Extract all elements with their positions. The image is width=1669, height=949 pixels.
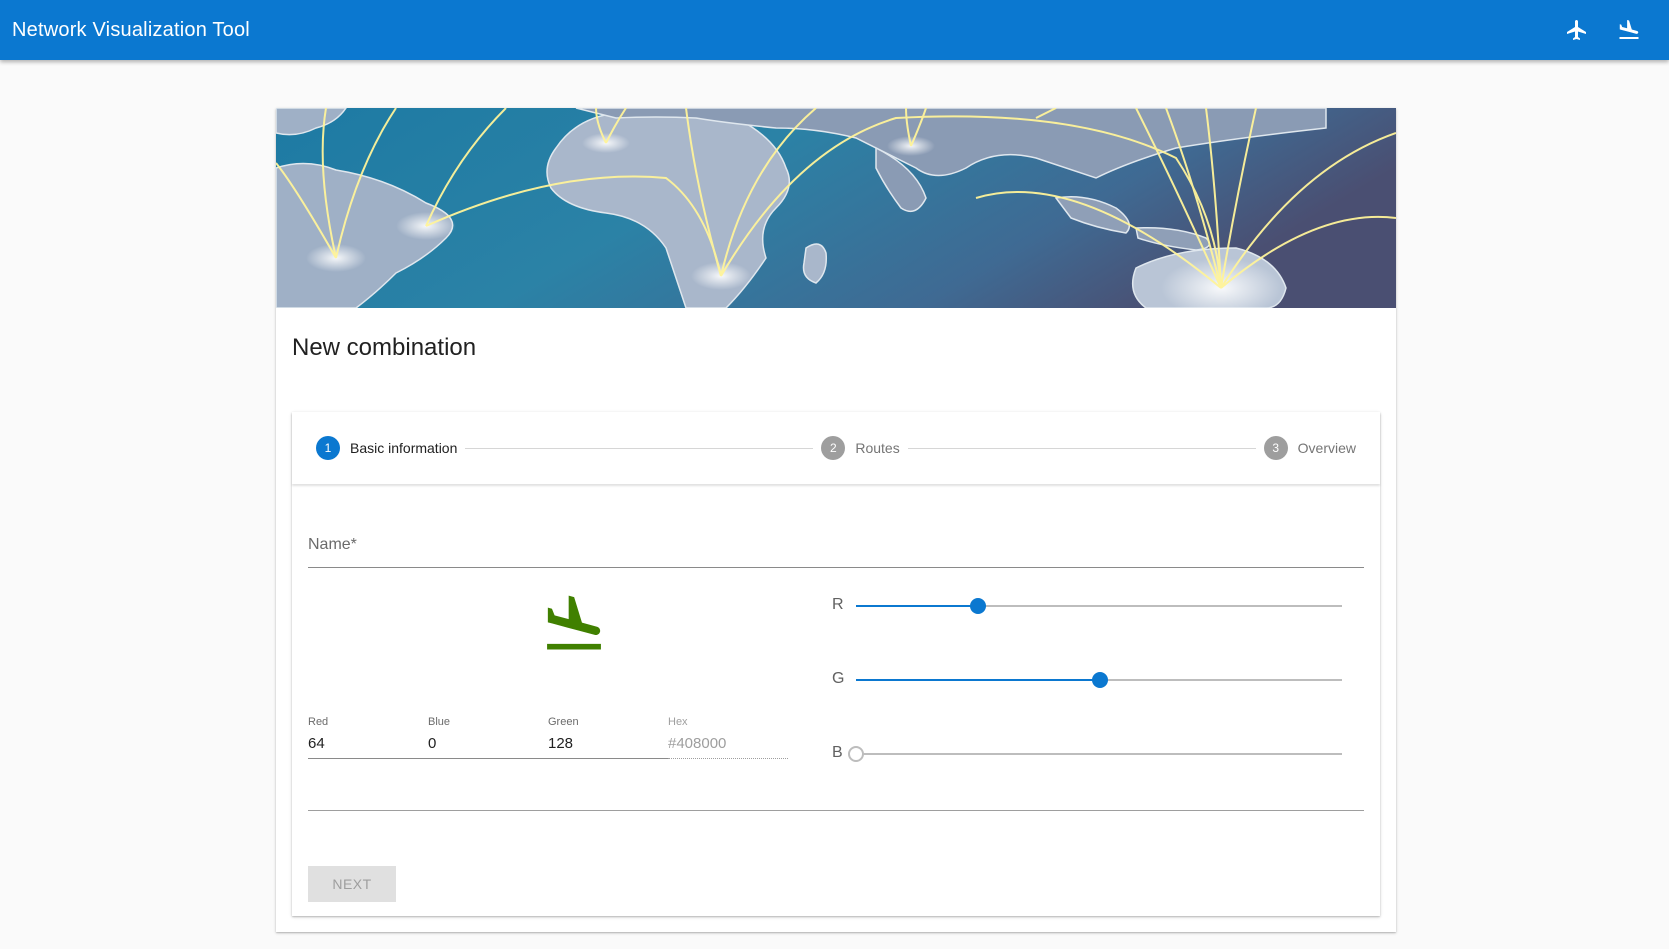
blue-label: Blue	[428, 716, 451, 728]
app-actions	[1561, 14, 1657, 46]
g-slider-row: G	[832, 668, 1342, 692]
g-slider-label: G	[832, 670, 845, 687]
step-overview[interactable]: 3 Overview	[1263, 436, 1357, 460]
flight-land-icon[interactable]	[1613, 14, 1645, 46]
rgb-underline	[308, 758, 668, 759]
next-button[interactable]: NEXT	[308, 866, 396, 902]
r-slider-label: R	[832, 596, 844, 613]
hex-label: Hex	[668, 716, 688, 728]
b-slider-track[interactable]	[848, 746, 1342, 762]
step-connector	[907, 447, 1256, 449]
b-slider-thumb[interactable]	[848, 746, 864, 762]
step-connector	[465, 447, 814, 449]
step-basic-information[interactable]: 1 Basic information	[316, 436, 457, 460]
green-value: 128	[548, 735, 574, 752]
step-label: Routes	[855, 440, 900, 456]
card-title: New combination	[292, 334, 477, 361]
g-slider-thumb[interactable]	[1091, 672, 1108, 688]
stepper: 1 Basic information 2 Routes 3 Overview …	[292, 412, 1380, 916]
r-slider-fill	[856, 605, 978, 607]
hex-underline	[668, 758, 788, 759]
blue-field[interactable]: Blue 0	[428, 716, 548, 758]
r-slider-row: R	[832, 594, 1342, 618]
flight-land-icon	[540, 590, 608, 658]
form-divider	[308, 810, 1364, 811]
step-number: 1	[316, 436, 340, 460]
step-number: 3	[1263, 436, 1288, 460]
g-slider-fill	[856, 679, 1100, 681]
step-label: Overview	[1297, 440, 1357, 456]
b-slider-label: B	[832, 744, 843, 761]
hex-value: #408000	[668, 735, 727, 752]
blue-value: 0	[428, 735, 437, 752]
r-slider-thumb[interactable]	[969, 598, 986, 614]
airplane-icon[interactable]	[1561, 14, 1593, 46]
g-slider-track[interactable]	[856, 672, 1342, 688]
step-routes[interactable]: 2 Routes	[821, 436, 900, 460]
step-number: 2	[821, 436, 846, 460]
name-field[interactable]: Name*	[308, 528, 1364, 568]
green-label: Green	[548, 716, 579, 728]
r-slider-track[interactable]	[856, 598, 1342, 614]
combination-card: New combination 1 Basic information 2 Ro…	[276, 108, 1396, 932]
red-label: Red	[308, 716, 329, 728]
hex-field: Hex #408000	[668, 716, 788, 758]
step-label: Basic information	[350, 440, 458, 456]
app-bar: Network Visualization Tool	[0, 0, 1669, 60]
world-map-banner	[276, 108, 1396, 308]
b-slider-row: B	[832, 742, 1342, 766]
red-value: 64	[308, 735, 325, 752]
red-field[interactable]: Red 64	[308, 716, 428, 758]
green-field[interactable]: Green 128	[548, 716, 668, 758]
stepper-header: 1 Basic information 2 Routes 3 Overview	[292, 412, 1380, 484]
name-label: Name*	[308, 536, 357, 553]
app-title: Network Visualization Tool	[12, 18, 250, 41]
